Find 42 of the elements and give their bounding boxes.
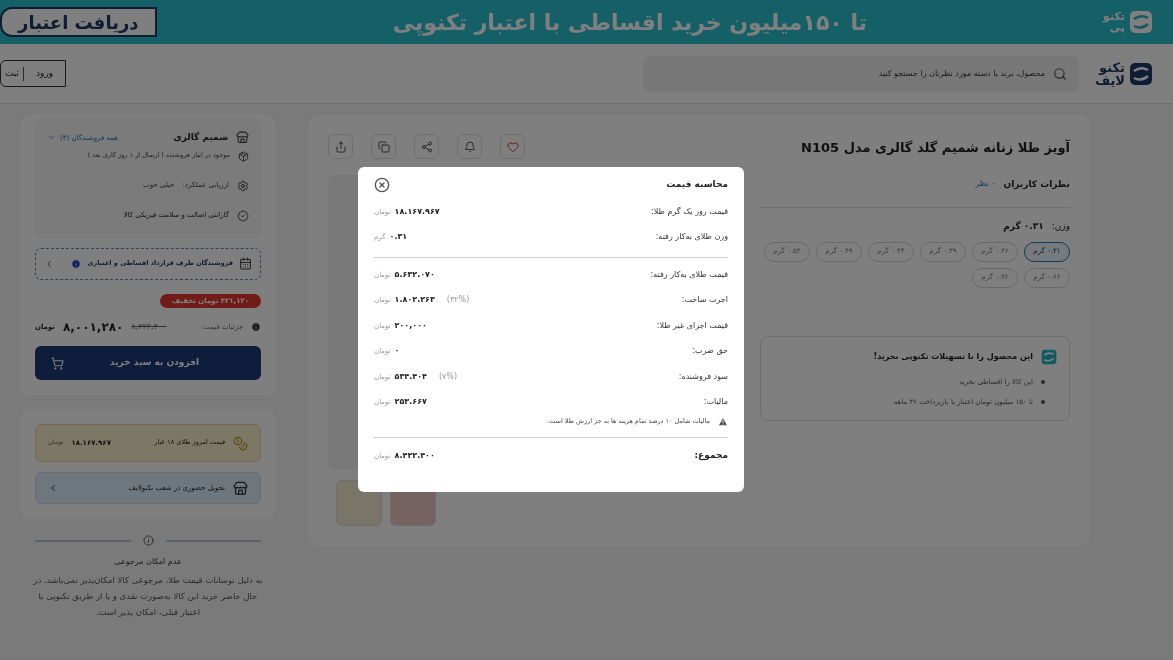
- total-value: ۸.۴۲۲.۴۰۰: [394, 450, 435, 462]
- logo-text: تکنو: [1097, 60, 1125, 74]
- logo-text: پی: [1109, 22, 1125, 33]
- price-label: مالیات:: [703, 396, 728, 409]
- price-label: اجرت ساخت:: [681, 294, 728, 307]
- price-label: سود فروشنده:: [678, 370, 728, 383]
- weight-value: ۰.۳۱ گرم: [1003, 220, 1044, 234]
- percent-text: (۷%): [438, 370, 458, 383]
- add-to-cart-button[interactable]: افزودن به سبد خرید: [35, 346, 261, 380]
- register-link[interactable]: ثبت: [1, 66, 24, 81]
- price-value: ۲۰۰,۰۰۰: [394, 319, 427, 332]
- weight-label: وزن:: [1051, 220, 1070, 233]
- price-value: ۵۳۴.۴۰۴: [394, 370, 427, 383]
- seller-name: شمیم گالری: [173, 131, 228, 144]
- price-label: قیمت طلای به‌کار رفته:: [650, 268, 728, 281]
- price-value: ۰.۳۱: [389, 231, 408, 244]
- final-price: ۸,۰۰۱,۲۸۰: [62, 319, 124, 336]
- product-title: آویز طلا زنانه شمیم گلد گالری مدل N105: [800, 138, 1070, 157]
- logo-text: تکنو: [1103, 11, 1125, 22]
- price-value: ۰: [394, 345, 400, 358]
- dialog-title: محاسبه قیمت: [666, 178, 728, 192]
- price-label: قیمت روز یک گرم طلا:: [651, 205, 728, 218]
- total-label: مجموع:: [694, 449, 728, 463]
- price-value: ۲۵۳.۶۶۷: [394, 396, 427, 409]
- price-value: ۱۸.۱۶۷.۹۶۷: [394, 205, 440, 218]
- price-label: قیمت اجزای غیر طلا:: [656, 319, 728, 332]
- reviews-label: نظرات کاربران: [1003, 177, 1070, 191]
- login-link[interactable]: ورود: [24, 66, 66, 81]
- get-credit-button[interactable]: دریافت اعتبار: [0, 7, 157, 37]
- old-price: ۸,۴۲۲,۴۰۰: [131, 321, 167, 333]
- return-notice-title: عدم امکان مرجوعی: [114, 556, 182, 568]
- return-notice-text: به دلیل نوسانات قیمت طلا، مرجوعی کالا امکان‌پذیر نمی‌باشد. در حال حاضر خرید این کالا به‌صورت نقدی و یا از طریق تکنوپی با اعتبار قبلی، امکان پذیر است.: [32, 574, 264, 619]
- reviews-link[interactable]: ۰ نظر: [975, 178, 996, 191]
- offer-title: این محصول را با تسهیلات تکنوپی بخرید!: [873, 350, 1033, 363]
- banner-text: تا ۱۵۰میلیون خرید اقساطی با اعتبار تکنوپی: [392, 8, 867, 38]
- percent-text: (۳۲%): [446, 294, 470, 307]
- price-label: حق ضرب:: [692, 345, 728, 358]
- login-button[interactable]: ورود ثبت: [0, 60, 67, 87]
- price-label: وزن طلای به‌کار رفته:: [655, 231, 728, 244]
- price-value: ۵.۶۳۲.۰۷۰: [394, 268, 435, 281]
- search-field[interactable]: محصول، برند یا دسته مورد نظرتان را جستجو کنید: [642, 55, 1079, 92]
- price-value: ۱.۸۰۲.۲۶۳: [394, 294, 435, 307]
